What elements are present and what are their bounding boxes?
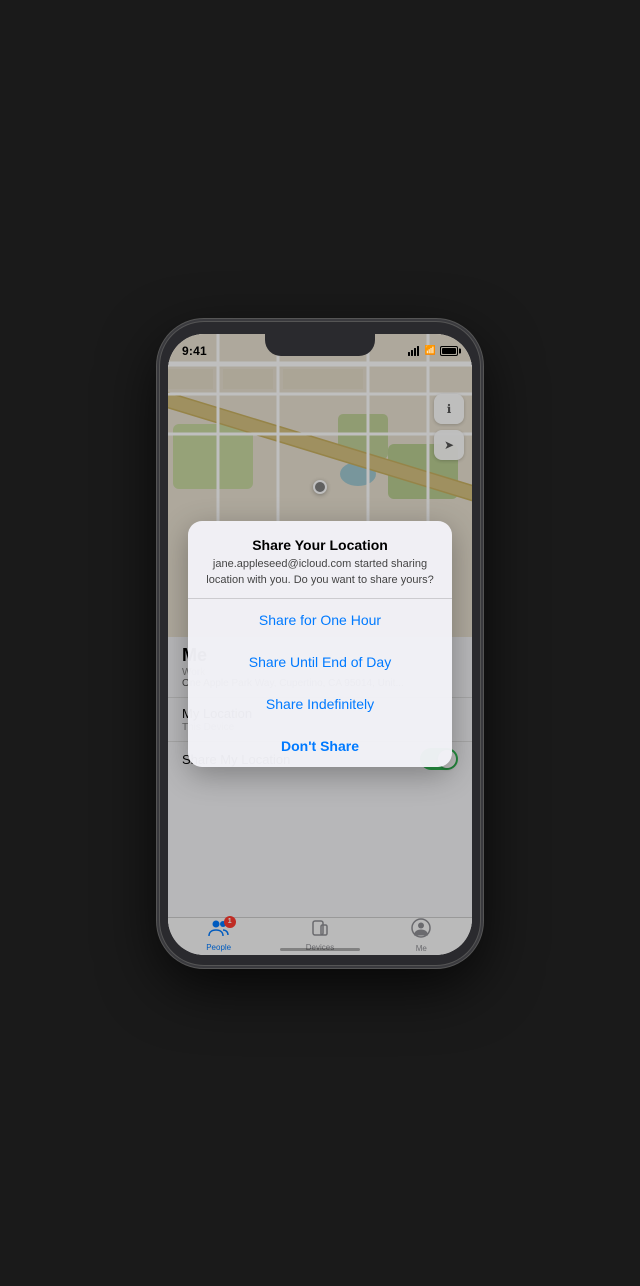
- phone-screen: 9:41 📶: [168, 334, 472, 955]
- alert-message: jane.appleseed@icloud.com started sharin…: [204, 557, 436, 588]
- share-one-hour-button[interactable]: Share for One Hour: [188, 599, 452, 641]
- phone-frame: 9:41 📶: [160, 322, 480, 965]
- share-until-end-of-day-button[interactable]: Share Until End of Day: [188, 641, 452, 683]
- dont-share-button[interactable]: Don't Share: [188, 725, 452, 767]
- battery-icon: [440, 346, 458, 356]
- alert-dialog: Share Your Location jane.appleseed@iclou…: [188, 521, 452, 767]
- status-time: 9:41: [182, 344, 207, 358]
- alert-header: Share Your Location jane.appleseed@iclou…: [188, 521, 452, 599]
- status-icons: 📶: [408, 345, 458, 356]
- alert-overlay: Share Your Location jane.appleseed@iclou…: [168, 334, 472, 955]
- notch: [265, 334, 375, 356]
- alert-actions: Share for One Hour Share Until End of Da…: [188, 599, 452, 767]
- signal-icon: [408, 346, 419, 356]
- alert-title: Share Your Location: [204, 537, 436, 553]
- share-indefinitely-button[interactable]: Share Indefinitely: [188, 683, 452, 725]
